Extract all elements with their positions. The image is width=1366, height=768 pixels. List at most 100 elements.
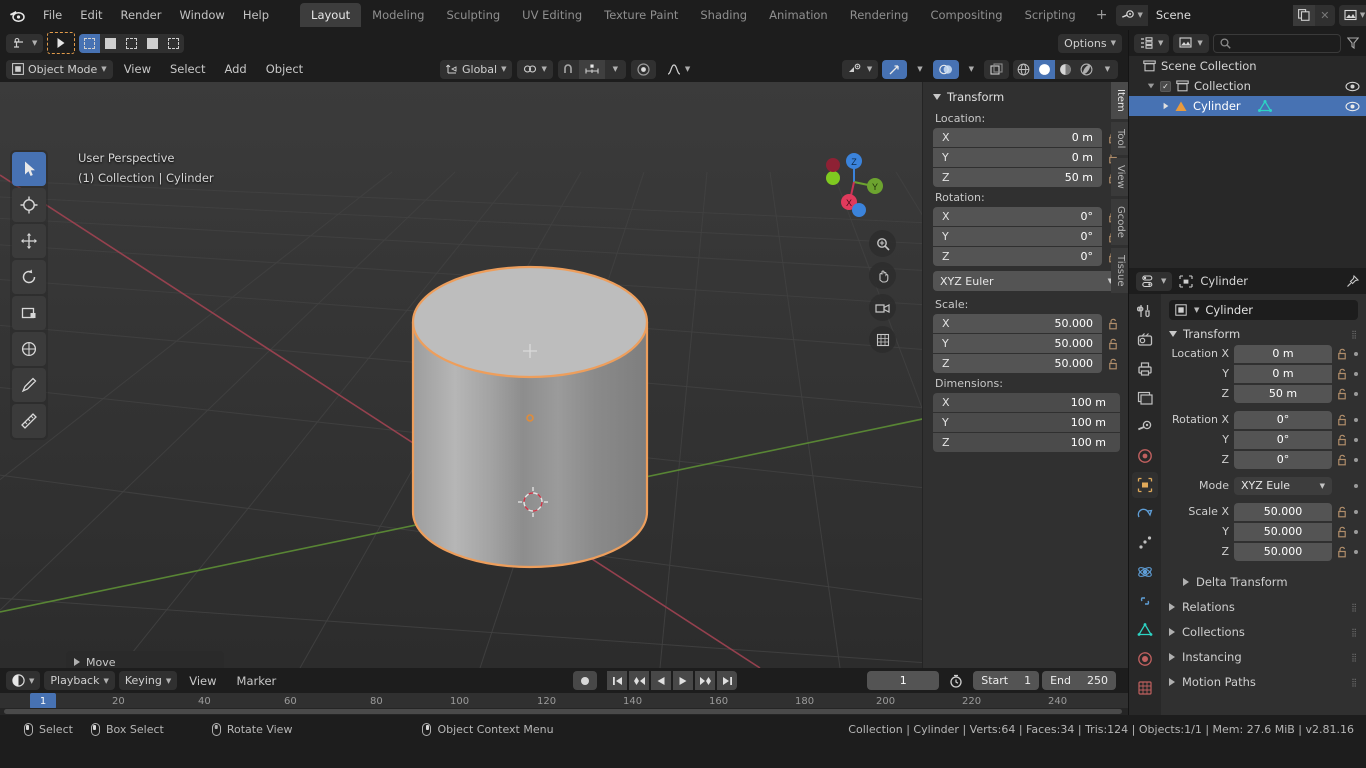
tweak-tool-button[interactable] bbox=[47, 32, 75, 54]
rotate-tool-icon[interactable] bbox=[12, 260, 46, 294]
view-layer-icon[interactable]: ▼ bbox=[1339, 5, 1366, 26]
tab-data-properties[interactable] bbox=[1132, 617, 1158, 643]
triangle-right-icon[interactable] bbox=[1164, 103, 1169, 109]
viewport-menu-view[interactable]: View bbox=[116, 60, 159, 78]
timeline-scrollbar[interactable] bbox=[0, 708, 1128, 715]
end-frame-field[interactable]: End 250 bbox=[1042, 671, 1116, 690]
scale-y-field[interactable]: Y 50.000 bbox=[933, 334, 1102, 353]
falloff-selector[interactable]: ▼ bbox=[661, 60, 696, 79]
viewport-menu-select[interactable]: Select bbox=[162, 60, 213, 78]
navigation-gizmo[interactable]: Z Y X bbox=[816, 144, 892, 220]
dimensions-z-field[interactable]: Z 100 m bbox=[933, 433, 1120, 452]
tab-scene-properties[interactable] bbox=[1132, 414, 1158, 440]
tab-rendering[interactable]: Rendering bbox=[839, 3, 920, 27]
auto-keying-toggle[interactable] bbox=[573, 671, 597, 690]
lock-icon[interactable] bbox=[1337, 526, 1349, 538]
object-name-field[interactable]: ▼ Cylinder bbox=[1169, 300, 1358, 320]
active-tool-icon[interactable]: ▼ bbox=[6, 34, 43, 53]
prev-keyframe-button[interactable] bbox=[629, 671, 649, 690]
eye-icon[interactable] bbox=[1345, 81, 1360, 92]
triangle-down-icon[interactable] bbox=[1148, 84, 1154, 89]
animate-property-dot[interactable] bbox=[1354, 438, 1358, 442]
overlays-chevron[interactable]: ▼ bbox=[963, 60, 980, 79]
tab-texture-properties[interactable] bbox=[1132, 675, 1158, 701]
animate-property-dot[interactable] bbox=[1354, 352, 1358, 356]
props-location-z-field[interactable]: 50 m bbox=[1234, 385, 1332, 403]
location-x-field[interactable]: X 0 m bbox=[933, 128, 1102, 147]
tab-compositing[interactable]: Compositing bbox=[919, 3, 1013, 27]
options-button[interactable]: Options ▼ bbox=[1058, 34, 1122, 53]
collection-checkbox[interactable]: ✓ bbox=[1160, 81, 1171, 92]
scene-name-field[interactable]: Scene bbox=[1148, 5, 1293, 26]
props-location-x-field[interactable]: 0 m bbox=[1234, 345, 1332, 363]
props-location-y-field[interactable]: 0 m bbox=[1234, 365, 1332, 383]
menu-edit[interactable]: Edit bbox=[71, 5, 111, 25]
snap-magnet-icon[interactable] bbox=[558, 60, 579, 79]
tab-sculpting[interactable]: Sculpting bbox=[435, 3, 511, 27]
view-layer-selector[interactable]: ▼ View Layer ✕ bbox=[1339, 5, 1366, 26]
outliner-row-cylinder[interactable]: Cylinder bbox=[1129, 96, 1366, 116]
panel-relations[interactable]: Relations ⣿ bbox=[1161, 596, 1366, 618]
rotation-y-field[interactable]: Y 0° bbox=[933, 227, 1102, 246]
transform-tool-icon[interactable] bbox=[12, 332, 46, 366]
menu-help[interactable]: Help bbox=[234, 5, 278, 25]
tab-tool-properties[interactable] bbox=[1132, 298, 1158, 324]
play-reverse-button[interactable] bbox=[651, 671, 671, 690]
tab-modeling[interactable]: Modeling bbox=[361, 3, 435, 27]
animate-property-dot[interactable] bbox=[1354, 458, 1358, 462]
overlays-toggle[interactable] bbox=[933, 60, 959, 79]
shading-chevron[interactable]: ▼ bbox=[1097, 60, 1118, 79]
rendered-shading-icon[interactable] bbox=[1076, 60, 1097, 79]
props-transform-header[interactable]: Transform ⣿ bbox=[1161, 324, 1366, 344]
play-button[interactable] bbox=[673, 671, 693, 690]
tab-physics-properties[interactable] bbox=[1132, 559, 1158, 585]
snap-chevron-icon[interactable]: ▼ bbox=[605, 60, 626, 79]
props-rotation-z-field[interactable]: 0° bbox=[1234, 451, 1332, 469]
props-rotation-y-field[interactable]: 0° bbox=[1234, 431, 1332, 449]
tab-constraint-properties[interactable] bbox=[1132, 588, 1158, 614]
outliner-display-mode[interactable]: ▼ bbox=[1173, 34, 1208, 53]
tab-render-properties[interactable] bbox=[1132, 327, 1158, 353]
panel-delta-transform[interactable]: Delta Transform bbox=[1161, 571, 1366, 593]
tab-texture-paint[interactable]: Texture Paint bbox=[593, 3, 689, 27]
timeline-scrollbar-thumb[interactable] bbox=[4, 709, 1122, 714]
props-rotation-x-field[interactable]: 0° bbox=[1234, 411, 1332, 429]
tab-uv-editing[interactable]: UV Editing bbox=[511, 3, 593, 27]
lock-icon[interactable] bbox=[1337, 368, 1349, 380]
pan-hand-icon[interactable] bbox=[869, 262, 896, 289]
mesh-data-icon[interactable] bbox=[1258, 100, 1272, 113]
next-keyframe-button[interactable] bbox=[695, 671, 715, 690]
add-workspace-button[interactable]: + bbox=[1087, 4, 1117, 26]
move-tool-icon[interactable] bbox=[12, 224, 46, 258]
animate-property-dot[interactable] bbox=[1354, 550, 1358, 554]
scene-selector[interactable]: ▼ Scene ✕ bbox=[1116, 5, 1334, 26]
pivot-point-selector[interactable]: ▼ bbox=[517, 60, 552, 79]
location-y-field[interactable]: Y 0 m bbox=[933, 148, 1102, 167]
outliner-search-input[interactable] bbox=[1213, 34, 1341, 53]
lock-icon[interactable] bbox=[1337, 546, 1349, 558]
blender-logo-icon[interactable] bbox=[8, 5, 26, 25]
material-preview-icon[interactable] bbox=[1055, 60, 1076, 79]
props-scale-x-field[interactable]: 50.000 bbox=[1234, 503, 1332, 521]
tab-object-properties[interactable] bbox=[1132, 472, 1158, 498]
tab-scripting[interactable]: Scripting bbox=[1014, 3, 1087, 27]
menu-window[interactable]: Window bbox=[170, 5, 233, 25]
orthographic-toggle-icon[interactable] bbox=[869, 326, 896, 353]
animate-property-dot[interactable] bbox=[1354, 372, 1358, 376]
jump-end-button[interactable] bbox=[717, 671, 737, 690]
rotation-mode-dropdown[interactable]: XYZ Euler ▼ bbox=[933, 271, 1120, 291]
outliner-filter-icon[interactable] bbox=[1345, 37, 1361, 49]
select-extend-icon[interactable] bbox=[100, 34, 121, 53]
location-z-field[interactable]: Z 50 m bbox=[933, 168, 1102, 187]
solid-shading-icon[interactable] bbox=[1034, 60, 1055, 79]
editor-type-selector[interactable]: ▼ bbox=[6, 671, 40, 690]
lock-icon[interactable] bbox=[1337, 454, 1349, 466]
jump-start-button[interactable] bbox=[607, 671, 627, 690]
lock-icon[interactable] bbox=[1337, 506, 1349, 518]
measure-tool-icon[interactable] bbox=[12, 404, 46, 438]
tweak-tool-icon[interactable] bbox=[12, 152, 46, 186]
gizmo-chevron[interactable]: ▼ bbox=[911, 60, 928, 79]
transform-orientation-selector[interactable]: Global ▼ bbox=[440, 60, 512, 79]
select-invert-icon[interactable] bbox=[142, 34, 163, 53]
outliner-editor-type-icon[interactable]: ▼ bbox=[1134, 34, 1169, 53]
